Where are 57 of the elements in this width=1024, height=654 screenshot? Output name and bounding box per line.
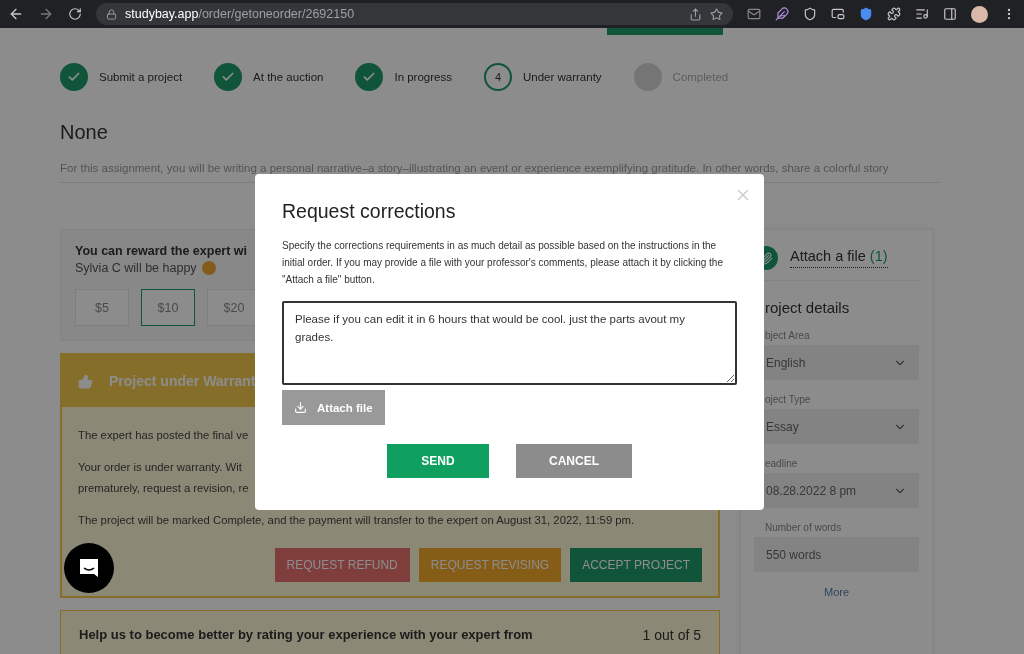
field-label: Number of words: [765, 522, 843, 533]
input-field[interactable]: 550 words: [754, 537, 919, 572]
warranty-text: prematurely, request a revision, re: [78, 481, 249, 496]
cancel-button[interactable]: CANCEL: [516, 444, 632, 478]
url-text: studybay.app/order/getoneorder/2692150: [125, 7, 356, 21]
order-title: None: [60, 121, 109, 144]
dialog-title: Request corrections: [282, 200, 457, 223]
forward-icon[interactable]: [38, 6, 54, 22]
rating-score: 1 out of 5: [642, 627, 701, 643]
warranty-text: The project will be marked Complete, and the payment will transfer to the expert on August 31, 2022, 11:59 pm.: [78, 513, 635, 528]
step-label: Under warranty: [522, 71, 602, 83]
smiley-icon: [201, 261, 216, 275]
reload-icon[interactable]: [68, 7, 82, 21]
step-label: Submit a project: [99, 71, 183, 83]
check-icon: [67, 70, 81, 84]
message-field[interactable]: Please if you can edit it in 6 hours that would be cool. just the parts avout my grades.: [282, 301, 737, 385]
check-icon: [362, 70, 377, 84]
share-icon[interactable]: [689, 7, 702, 21]
step-label: In progress: [394, 71, 452, 83]
feather-icon[interactable]: [775, 7, 789, 21]
more-link[interactable]: More: [754, 586, 919, 598]
reward-title: You can reward the expert wi: [75, 244, 248, 258]
details-title: roject details: [765, 299, 851, 316]
side-panel-icon[interactable]: [943, 7, 957, 21]
address-bar[interactable]: studybay.app/order/getoneorder/2692150: [96, 3, 733, 25]
tip-option[interactable]: $5: [75, 289, 129, 326]
attach-file-link[interactable]: Attach a file (1): [790, 248, 888, 268]
step-marker: 4: [483, 63, 512, 91]
reward-subtitle: Sylvia C will be happy: [75, 261, 197, 275]
tip-option[interactable]: $10: [141, 289, 195, 326]
field-label: eadline: [765, 458, 799, 469]
dialog-instructions: Specify the corrections requirements in as much detail as possible based on the instructions in the initial order. If you may provide a file with your professor's comments, please attach it by clicking the "Attach a file" button.: [282, 239, 724, 287]
rating-prompt: Help us to become better by rating your experience with your expert from: [79, 627, 533, 643]
warranty-text: Your order is under warranty. Wit: [78, 460, 242, 475]
bookmark-star-icon[interactable]: [710, 7, 723, 21]
thumbs-up-icon: [78, 373, 93, 389]
field-label: oject Type: [765, 394, 812, 405]
check-icon: [221, 70, 236, 84]
send-button[interactable]: SEND: [387, 444, 489, 478]
media-icon[interactable]: [915, 7, 929, 21]
shield-icon[interactable]: [859, 7, 873, 21]
mail-icon[interactable]: [747, 7, 761, 21]
warranty-title: Project under Warrant: [109, 373, 256, 389]
attach-file-button[interactable]: Attach file: [282, 390, 385, 425]
action-button[interactable]: ACCEPT PROJECT: [570, 548, 702, 582]
action-button[interactable]: REQUEST REFUND: [274, 548, 410, 582]
field-label: bject Area: [765, 330, 811, 341]
step-label: At the auction: [253, 71, 324, 83]
lock-icon: [106, 8, 117, 20]
extensions-icon[interactable]: [887, 7, 901, 21]
action-button[interactable]: REQUEST REVISING: [418, 548, 562, 582]
profile-avatar[interactable]: [971, 5, 988, 23]
back-icon[interactable]: [8, 6, 24, 22]
warranty-text: The expert has posted the final ve: [78, 428, 249, 443]
chat-icon: [77, 556, 101, 580]
picture-in-picture-icon[interactable]: [831, 7, 845, 21]
download-icon: [294, 401, 307, 414]
